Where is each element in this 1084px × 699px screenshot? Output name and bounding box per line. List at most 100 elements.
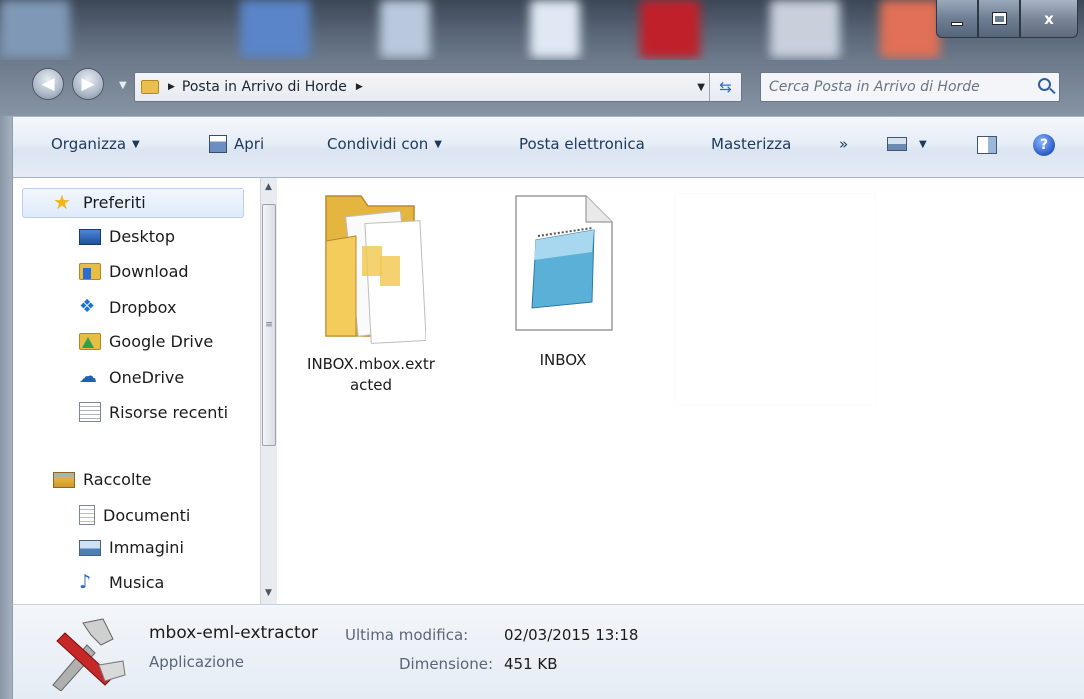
nav-item-desktop[interactable]: Desktop	[79, 227, 175, 246]
file-name: INBOX	[539, 351, 587, 369]
address-row: ◀ ▶ ▼ ▶ Posta in Arrivo di Horde ▶ ▼ ⇆	[0, 60, 1084, 116]
recent-places-icon	[79, 402, 101, 422]
preview-pane-button[interactable]	[977, 136, 997, 154]
scroll-down-icon[interactable]: ▼	[265, 588, 272, 598]
modified-label: Ultima modifica:	[345, 626, 469, 644]
selected-item-name: mbox-eml-extractor	[149, 623, 318, 643]
folder-icon	[325, 195, 427, 344]
nav-item-documents[interactable]: Documenti	[79, 505, 190, 525]
music-icon: ♪	[79, 571, 92, 593]
nav-item-pictures[interactable]: Immagini	[79, 538, 184, 557]
documents-icon	[79, 505, 95, 525]
help-button[interactable]: ?	[1033, 134, 1055, 156]
background-blur	[880, 0, 940, 58]
change-view-button[interactable]: ▼	[887, 137, 927, 151]
open-icon	[209, 135, 227, 153]
window-controls: x	[936, 0, 1078, 38]
modified-value: 02/03/2015 13:18	[504, 626, 639, 644]
file-item-folder[interactable]: INBOX.mbox.extr acted	[291, 186, 451, 396]
minimize-icon	[951, 21, 963, 26]
nav-label: Google Drive	[109, 332, 214, 351]
google-drive-icon	[79, 333, 101, 350]
application-icon	[52, 618, 126, 691]
breadcrumb-arrow-icon[interactable]: ▶	[168, 82, 175, 92]
window-titlebar: x	[0, 0, 1084, 60]
organize-label: Organizza	[51, 135, 127, 153]
back-button[interactable]: ◀	[32, 68, 64, 100]
download-folder-icon	[79, 263, 101, 280]
nav-item-google-drive[interactable]: Google Drive	[79, 332, 213, 351]
search-icon[interactable]	[1038, 78, 1051, 91]
close-icon: x	[1044, 9, 1054, 28]
file-view: INBOX.mbox.extr acted INBOX	[277, 178, 1084, 604]
forward-button[interactable]: ▶	[72, 68, 104, 100]
background-blur	[530, 0, 580, 58]
breadcrumb-current[interactable]: Posta in Arrivo di Horde	[182, 79, 347, 95]
star-icon: ★	[53, 190, 71, 214]
nav-label: Preferiti	[83, 192, 146, 212]
nav-item-dropbox[interactable]: ❖ Dropbox	[79, 297, 176, 317]
maximize-icon	[991, 12, 1007, 25]
scroll-thumb[interactable]: ≡	[262, 204, 276, 446]
search-box[interactable]	[760, 72, 1060, 102]
nav-favorites-header[interactable]: ★ Preferiti	[53, 192, 146, 212]
chevron-down-icon: ▼	[132, 138, 140, 150]
nav-label: Documenti	[103, 505, 191, 525]
back-arrow-icon: ◀	[41, 74, 55, 94]
forward-arrow-icon: ▶	[81, 74, 95, 94]
background-blur	[0, 0, 70, 58]
details-pane: mbox-eml-extractor Applicazione Ultima m…	[12, 604, 1084, 699]
background-blur	[640, 0, 700, 58]
chevron-down-icon: ▼	[434, 138, 442, 150]
open-button[interactable]: Apri	[209, 135, 264, 153]
refresh-button[interactable]: ⇆	[709, 73, 741, 101]
share-label: Condividi con	[327, 135, 429, 153]
close-button[interactable]: x	[1020, 0, 1078, 38]
maximize-button[interactable]	[978, 0, 1020, 38]
minimize-button[interactable]	[936, 0, 978, 38]
folder-icon	[141, 80, 159, 94]
nav-item-onedrive[interactable]: ☁ OneDrive	[79, 367, 184, 387]
chevron-down-icon: ▼	[919, 138, 927, 150]
help-icon: ?	[1033, 134, 1055, 156]
burn-label: Masterizza	[711, 135, 792, 153]
more-chevron-icon: »	[839, 135, 849, 153]
organize-menu[interactable]: Organizza ▼	[51, 135, 140, 153]
breadcrumb-arrow-icon[interactable]: ▶	[356, 82, 363, 92]
command-bar: Organizza ▼ Apri Condividi con ▼ Posta e…	[12, 116, 1084, 178]
background-blur	[380, 0, 430, 58]
libraries-icon	[53, 471, 75, 488]
pictures-icon	[79, 539, 101, 556]
address-dropdown-icon[interactable]: ▼	[697, 82, 705, 93]
nav-label: Immagini	[109, 538, 184, 557]
nav-label: OneDrive	[109, 367, 185, 387]
file-item-inbox[interactable]: INBOX	[503, 192, 623, 371]
notepad-file-icon	[515, 195, 613, 331]
more-commands-button[interactable]: »	[839, 135, 848, 153]
nav-label: Raccolte	[83, 470, 152, 489]
navigation-pane: ★ Preferiti Desktop Download ❖ Dropbox G…	[12, 178, 260, 604]
search-input[interactable]	[769, 79, 1031, 95]
share-menu[interactable]: Condividi con ▼	[327, 135, 442, 153]
refresh-icon: ⇆	[719, 78, 732, 96]
background-blur	[770, 0, 840, 58]
empty-area	[675, 194, 875, 404]
grip-icon: ≡	[265, 320, 273, 330]
nav-label: Desktop	[109, 227, 175, 246]
scroll-up-icon[interactable]: ▲	[265, 182, 272, 192]
size-label: Dimensione:	[399, 655, 494, 673]
burn-button[interactable]: Masterizza	[711, 135, 791, 153]
recent-pages-dropdown[interactable]: ▼	[119, 80, 127, 91]
nav-libraries-header[interactable]: Raccolte	[53, 470, 152, 489]
nav-label: Dropbox	[109, 297, 177, 317]
file-name-line1: INBOX.mbox.extr	[307, 355, 435, 373]
preview-pane-icon	[977, 136, 997, 154]
background-blur	[240, 0, 310, 58]
nav-item-recent-places[interactable]: Risorse recenti	[79, 402, 228, 422]
nav-item-download[interactable]: Download	[79, 262, 189, 281]
open-label: Apri	[234, 135, 265, 153]
address-bar[interactable]: ▶ Posta in Arrivo di Horde ▶ ▼ ⇆	[134, 72, 742, 102]
nav-item-music[interactable]: ♪ Musica	[79, 572, 164, 592]
navigation-scrollbar[interactable]: ▲ ≡ ▼	[260, 178, 277, 604]
email-button[interactable]: Posta elettronica	[519, 135, 645, 153]
